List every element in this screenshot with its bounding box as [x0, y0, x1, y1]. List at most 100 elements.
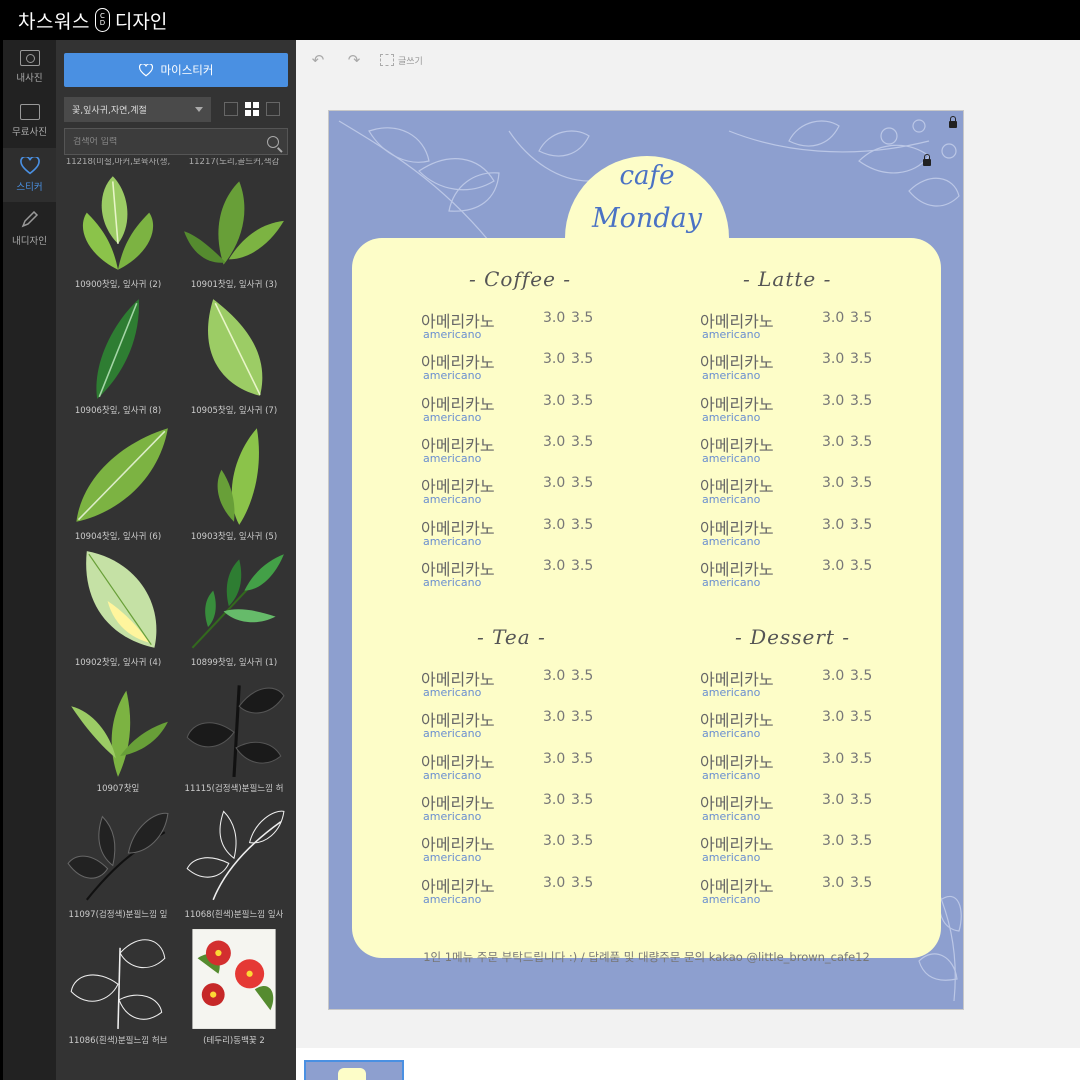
menu-item-price-small: 3.0 [543, 310, 566, 326]
sticker-item[interactable]: 11115(검정색)분필느낌 허 [176, 674, 292, 800]
lock-icon[interactable] [949, 116, 957, 128]
menu-item-price-large: 3.5 [571, 833, 594, 850]
mint-leaf-icon [82, 176, 154, 270]
menu-item: 아메리카노 americano 3.0 3.5 [700, 873, 900, 914]
sticker-item[interactable]: 10901찻잎, 잎사귀 (3) [176, 170, 292, 296]
menu-item-price-large: 3.5 [850, 557, 873, 574]
menu-item: 아메리카노 americano 3.0 3.5 [700, 831, 900, 872]
menu-item-price-small: 3.0 [543, 392, 566, 409]
menu-item-price-small: 3.0 [822, 833, 845, 850]
sticker-item[interactable]: 10903찻잎, 잎사귀 (5) [176, 422, 292, 548]
rail-item-free-photos[interactable]: 무료사진 [3, 94, 56, 148]
menu-item-price-small: 3.0 [543, 750, 566, 767]
sticker-item[interactable]: 10907찻잎 [60, 674, 176, 800]
search-icon[interactable] [267, 135, 279, 148]
undo-icon[interactable]: ↶ [308, 51, 328, 69]
menu-item-price-large: 3.5 [850, 709, 873, 726]
page-thumbnail[interactable] [304, 1060, 404, 1080]
sticker-item[interactable]: 11086(흰색)분필느낌 허브 [60, 926, 176, 1052]
menu-item-english: americano [423, 328, 482, 341]
menu-item-price-small: 3.0 [543, 709, 566, 726]
section-title-latte: - Latte - [743, 267, 832, 291]
rail-item-stickers[interactable]: 스티커 [3, 148, 56, 202]
menu-footer-note: 1인 1메뉴 주문 부탁드립니다 :) / 답례품 및 대량주문 문의 kaka… [423, 950, 870, 964]
sticker-grid: 11218(미철,마커,보육사(생, 11217(노리,골드커,색감 10900… [60, 158, 292, 1052]
sticker-label: (테두리)동백꽃 2 [203, 1036, 265, 1046]
sticker-item[interactable]: 11068(흰색)분필느낌 잎사 [176, 800, 292, 926]
logo-letter-d: D [99, 19, 106, 27]
sticker-item[interactable]: 11097(검정색)분필느낌 잎 [60, 800, 176, 926]
page-thumbnail-strip [296, 1048, 1080, 1080]
dark-leaf-icon [96, 299, 139, 399]
title-bar: 차스워스 C D 디자인 [0, 0, 1080, 40]
menu-item-english: americano [423, 851, 482, 865]
section-title-coffee: - Coffee - [469, 267, 572, 291]
redo-icon[interactable]: ↷ [344, 51, 364, 69]
chalk-herb-icon [186, 685, 285, 778]
menu-item: 아메리카노 americano 3.0 3.5 [421, 831, 621, 872]
sticker-item[interactable]: 10902찻잎, 잎사귀 (4) [60, 548, 176, 674]
my-sticker-button[interactable]: 마이스티커 [64, 53, 288, 87]
menu-item-price-large: 3.5 [850, 433, 873, 450]
large-view-icon[interactable] [266, 102, 280, 116]
sticker-label: 11097(검정색)분필느낌 잎 [68, 910, 168, 920]
heart-icon [19, 157, 40, 175]
menu-item: 아메리카노 americano 3.0 3.5 [700, 515, 900, 556]
menu-item-english: americano [423, 575, 482, 589]
sticker-item[interactable]: 10900찻잎, 잎사귀 (2) [60, 170, 176, 296]
menu-item-price-large: 3.5 [850, 351, 873, 368]
menu-item-price-large: 3.5 [850, 833, 873, 850]
menu-item-price-large: 3.5 [850, 310, 873, 326]
menu-item-english: americano [423, 493, 482, 507]
menu-item-price-small: 3.0 [822, 709, 845, 726]
design-canvas[interactable]: cafe Monday - Coffee - - Latte - - Tea -… [328, 110, 964, 1010]
menu-item-price-small: 3.0 [543, 791, 566, 808]
rail-item-my-photos[interactable]: 내사진 [3, 40, 56, 94]
menu-item: 아메리카노 americano 3.0 3.5 [700, 308, 900, 349]
list-view-icon[interactable] [224, 102, 238, 116]
sticker-label: 10904찻잎, 잎사귀 (6) [74, 532, 162, 542]
grid-view-icon[interactable] [245, 102, 259, 116]
menu-item-price-small: 3.0 [822, 351, 845, 368]
menu-item-price-small: 3.0 [822, 392, 845, 409]
rail-item-my-designs[interactable]: 내디자인 [3, 202, 56, 256]
menu-item: 아메리카노 americano 3.0 3.5 [421, 707, 621, 748]
sticker-label: 10901찻잎, 잎사귀 (3) [190, 280, 278, 290]
sticker-item[interactable]: (테두리)동백꽃 2 [176, 926, 292, 1052]
menu-item-price-large: 3.5 [571, 310, 594, 326]
sticker-item[interactable]: 10906찻잎, 잎사귀 (8) [60, 296, 176, 422]
sticker-label: 10903찻잎, 잎사귀 (5) [190, 532, 278, 542]
menu-item: 아메리카노 americano 3.0 3.5 [700, 749, 900, 790]
sticker-label: 10907찻잎 [96, 784, 140, 794]
camera-icon [19, 50, 40, 66]
category-select[interactable]: 꽃,잎사귀,자연,계절 [64, 97, 211, 122]
menu-item-price-small: 3.0 [822, 516, 845, 533]
menu-item-english: americano [702, 768, 761, 782]
sticker-item[interactable]: 10905찻잎, 잎사귀 (7) [176, 296, 292, 422]
menu-item: 아메리카노 americano 3.0 3.5 [700, 666, 900, 707]
menu-item-price-small: 3.0 [543, 557, 566, 574]
menu-item: 아메리카노 americano 3.0 3.5 [421, 873, 621, 914]
sticker-label: 11068(흰색)분필느낌 잎사 [184, 910, 284, 920]
menu-item-price-small: 3.0 [543, 433, 566, 450]
camellia-icon [192, 929, 276, 1029]
app-title-right: 디자인 [114, 10, 168, 33]
menu-item-english: americano [702, 851, 761, 865]
text-tool-button[interactable]: 글쓰기 [380, 54, 423, 67]
menu-item-english: americano [702, 451, 761, 465]
left-icon-rail: 내사진 무료사진 스티커 내디자인 [3, 40, 56, 1080]
search-input[interactable] [73, 136, 267, 147]
broad-leaf-icon [76, 428, 168, 522]
menu-item-english: americano [702, 410, 761, 424]
sticker-item[interactable]: 10904찻잎, 잎사귀 (6) [60, 422, 176, 548]
menu-item-english: americano [702, 534, 761, 548]
sticker-item[interactable]: 10899찻잎, 잎사귀 (1) [176, 548, 292, 674]
lock-icon[interactable] [923, 154, 931, 166]
editor-area: ↶ ↷ 글쓰기 cafe Monday - Coffee - - Latte -… [296, 40, 1080, 1080]
menu-item-price-small: 3.0 [543, 516, 566, 533]
menu-item: 아메리카노 americano 3.0 3.5 [700, 432, 900, 473]
sticker-panel: 마이스티커 꽃,잎사귀,자연,계절 11218(미철,마커,보육사(생, 112… [56, 40, 296, 1080]
chevron-down-icon [195, 107, 203, 112]
menu-item-price-large: 3.5 [850, 392, 873, 409]
editor-toolbar: ↶ ↷ 글쓰기 [296, 40, 1080, 80]
